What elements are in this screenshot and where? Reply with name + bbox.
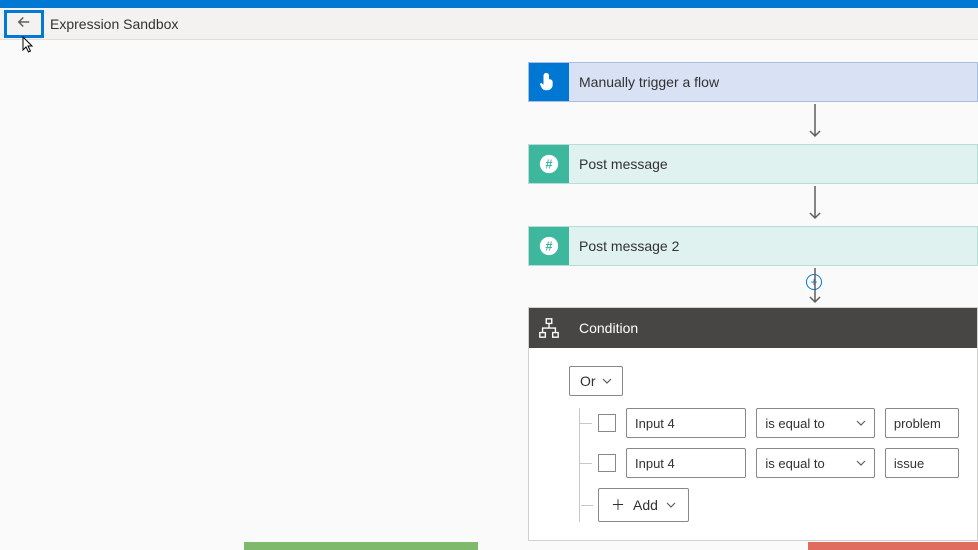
page-header: Expression Sandbox [0,8,978,40]
chevron-down-icon [666,497,676,513]
hand-tap-icon [529,63,569,101]
arrow-left-icon [15,13,33,34]
post-message-card[interactable]: # Post message [528,144,978,184]
no-branch-peek [808,542,978,550]
condition-rows: Input 4 is equal to problem Input 4 is e… [579,408,959,522]
post-message-title: Post message [579,156,668,172]
condition-row: Input 4 is equal to issue [580,448,959,478]
back-button[interactable] [4,10,44,38]
plus-icon: ＋ [611,495,625,515]
post-message-2-title: Post message 2 [579,238,679,254]
condition-header[interactable]: Condition [529,308,977,348]
chevron-down-icon [602,373,612,389]
flow-arrow-icon [807,186,823,227]
condition-title: Condition [579,320,638,336]
add-label: Add [633,497,658,513]
operator-select[interactable]: is equal to [756,408,874,438]
svg-text:#: # [545,239,552,254]
left-operand-input[interactable]: Input 4 [626,408,746,438]
window-top-bar [0,0,978,8]
svg-text:#: # [545,157,552,172]
page-title: Expression Sandbox [50,16,178,32]
row-checkbox[interactable] [598,414,616,432]
condition-card[interactable]: Condition Or Input 4 is equal to problem [528,307,978,541]
yes-branch-peek [244,542,478,550]
flow-arrow-icon [807,104,823,145]
post-message-2-card[interactable]: # Post message 2 [528,226,978,266]
hash-icon: # [529,227,569,265]
chevron-down-icon [856,416,866,431]
condition-icon [529,308,569,348]
condition-row: Input 4 is equal to problem [580,408,959,438]
flow-arrow-icon [807,268,823,311]
flow-canvas[interactable]: Manually trigger a flow # Post message #… [0,40,978,550]
chevron-down-icon [856,456,866,471]
hash-icon: # [529,145,569,183]
trigger-card[interactable]: Manually trigger a flow [528,62,978,102]
trigger-title: Manually trigger a flow [579,74,719,90]
right-operand-input[interactable]: problem [885,408,959,438]
group-operator-select[interactable]: Or [569,366,623,396]
right-operand-input[interactable]: issue [885,448,959,478]
operator-select[interactable]: is equal to [756,448,874,478]
row-checkbox[interactable] [598,454,616,472]
condition-body: Or Input 4 is equal to problem Input 4 [529,348,977,540]
group-operator-label: Or [580,373,596,389]
add-condition-button[interactable]: ＋ Add [598,488,689,522]
left-operand-input[interactable]: Input 4 [626,448,746,478]
